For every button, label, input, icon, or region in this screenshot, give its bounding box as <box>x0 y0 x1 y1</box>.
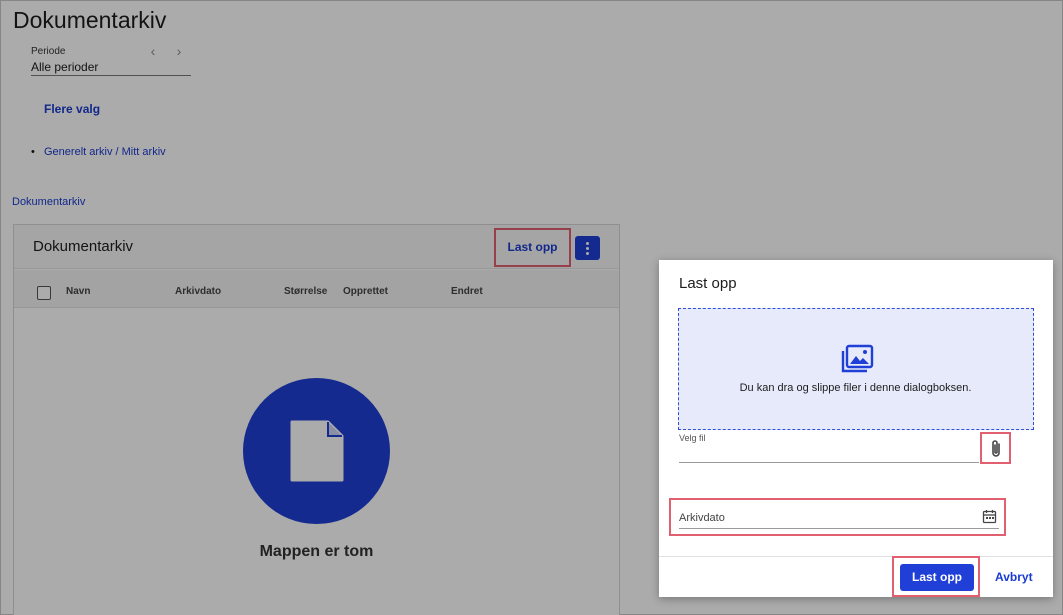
cancel-button[interactable]: Avbryt <box>995 570 1033 584</box>
attach-button-highlight <box>980 432 1011 464</box>
archive-date-field[interactable] <box>679 528 999 529</box>
submit-button-highlight: Last opp <box>892 556 980 597</box>
file-field-label: Velg fil <box>679 433 706 443</box>
file-field[interactable] <box>679 462 979 463</box>
dialog-title: Last opp <box>679 275 737 292</box>
submit-upload-button[interactable]: Last opp <box>900 564 974 591</box>
archive-date-highlight: Arkivdato <box>669 498 1006 536</box>
calendar-icon[interactable] <box>982 509 997 524</box>
dropzone-text: Du kan dra og slippe filer i denne dialo… <box>739 382 972 394</box>
upload-dialog: Last opp Du kan dra og slippe filer i de… <box>659 260 1053 597</box>
archive-date-label: Arkivdato <box>679 512 725 524</box>
file-dropzone[interactable]: Du kan dra og slippe filer i denne dialo… <box>678 308 1034 430</box>
paperclip-icon[interactable] <box>988 439 1004 459</box>
dialog-divider <box>659 556 1053 557</box>
image-folder-icon <box>841 344 874 373</box>
